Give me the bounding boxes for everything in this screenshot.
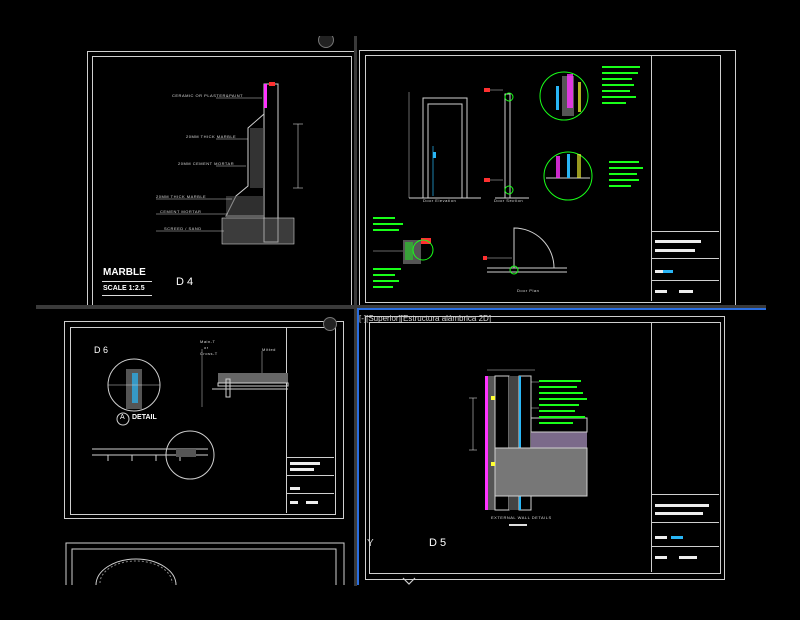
annotation-note (602, 90, 630, 92)
title-underline (509, 524, 527, 526)
annotation-note (539, 416, 585, 418)
annotation-note (539, 404, 579, 406)
scale-underline (102, 295, 152, 296)
annotation-note (373, 268, 401, 270)
annotation-note (602, 96, 636, 98)
annotation-note (539, 386, 577, 388)
annotation-note (602, 66, 640, 68)
annotation-note (602, 72, 638, 74)
annotation-note (609, 161, 639, 163)
note-marble-2: 20MM THICK MARBLE (156, 194, 207, 199)
active-viewport-border (357, 308, 766, 310)
annotation-note (539, 380, 581, 382)
annotation-note (609, 179, 639, 181)
note-screed: SCREED / SAND (164, 226, 202, 231)
annotation-note (602, 84, 634, 86)
detail-label: DETAIL (132, 414, 157, 421)
drawing-code: D 5 (429, 537, 447, 549)
note-main-t: Main-T (200, 339, 216, 344)
annotation-note (373, 217, 395, 219)
annotation-note (373, 274, 395, 276)
annotation-note (539, 392, 583, 394)
detail-marker: A (120, 414, 125, 421)
annotation-note (609, 173, 637, 175)
marble-detail-drawing (156, 82, 303, 245)
annotation-note (373, 280, 399, 282)
label-door-section: Door Section (494, 198, 524, 203)
annotation-note (539, 398, 587, 400)
title-underline (102, 281, 152, 282)
note-mitted: Mitted (262, 347, 276, 352)
annotation-note (539, 410, 575, 412)
viewport-top-right[interactable]: Door Elevation Door Section Door Plan (357, 36, 766, 305)
drawing-title: MARBLE (103, 267, 146, 278)
note-cement-1: 20MM CEMENT MORTAR (178, 161, 235, 166)
chevron-down-icon[interactable] (401, 576, 421, 585)
note-ceramic: CERAMIC OR PLASTER&PAINT (172, 93, 244, 98)
annotation-note (373, 223, 403, 225)
annotation-note (539, 422, 573, 424)
viewport-top-left[interactable]: CERAMIC OR PLASTER&PAINT 20MM THICK MARB… (36, 36, 354, 305)
external-wall-drawing (469, 369, 588, 511)
door-details-drawing (373, 71, 593, 275)
note-cross-t: Cross-T (200, 351, 218, 356)
viewport-bottom-left[interactable]: D 6 A DETAIL Main-T or Cross-T Mitted (36, 309, 354, 585)
note-cement-2: CEMENT MORTAR (160, 209, 202, 214)
note-marble-1: 20MM THICK MARBLE (186, 134, 237, 139)
annotation-note (602, 78, 632, 80)
label-door-plan: Door Plan (517, 288, 540, 293)
active-viewport-border (357, 309, 359, 585)
label-door-elevation: Door Elevation (423, 198, 457, 203)
ceiling-detail-drawing (65, 349, 345, 585)
note-or: or (204, 345, 209, 350)
annotation-note (609, 185, 631, 187)
annotation-note (609, 167, 643, 169)
annotation-note (373, 229, 399, 231)
drawing-code: D 6 (94, 345, 109, 355)
annotation-note (373, 286, 393, 288)
drawing-scale: SCALE 1:2.5 (103, 285, 145, 292)
drawing-title: EXTERNAL WALL DETAILS (491, 515, 552, 520)
ucs-icon: Y (367, 538, 374, 549)
annotation-note (602, 102, 626, 104)
drawing-code: D 4 (176, 276, 194, 288)
viewport-bottom-right[interactable]: [-][Superior][Estructura alámbrica 2D] E… (359, 310, 766, 585)
